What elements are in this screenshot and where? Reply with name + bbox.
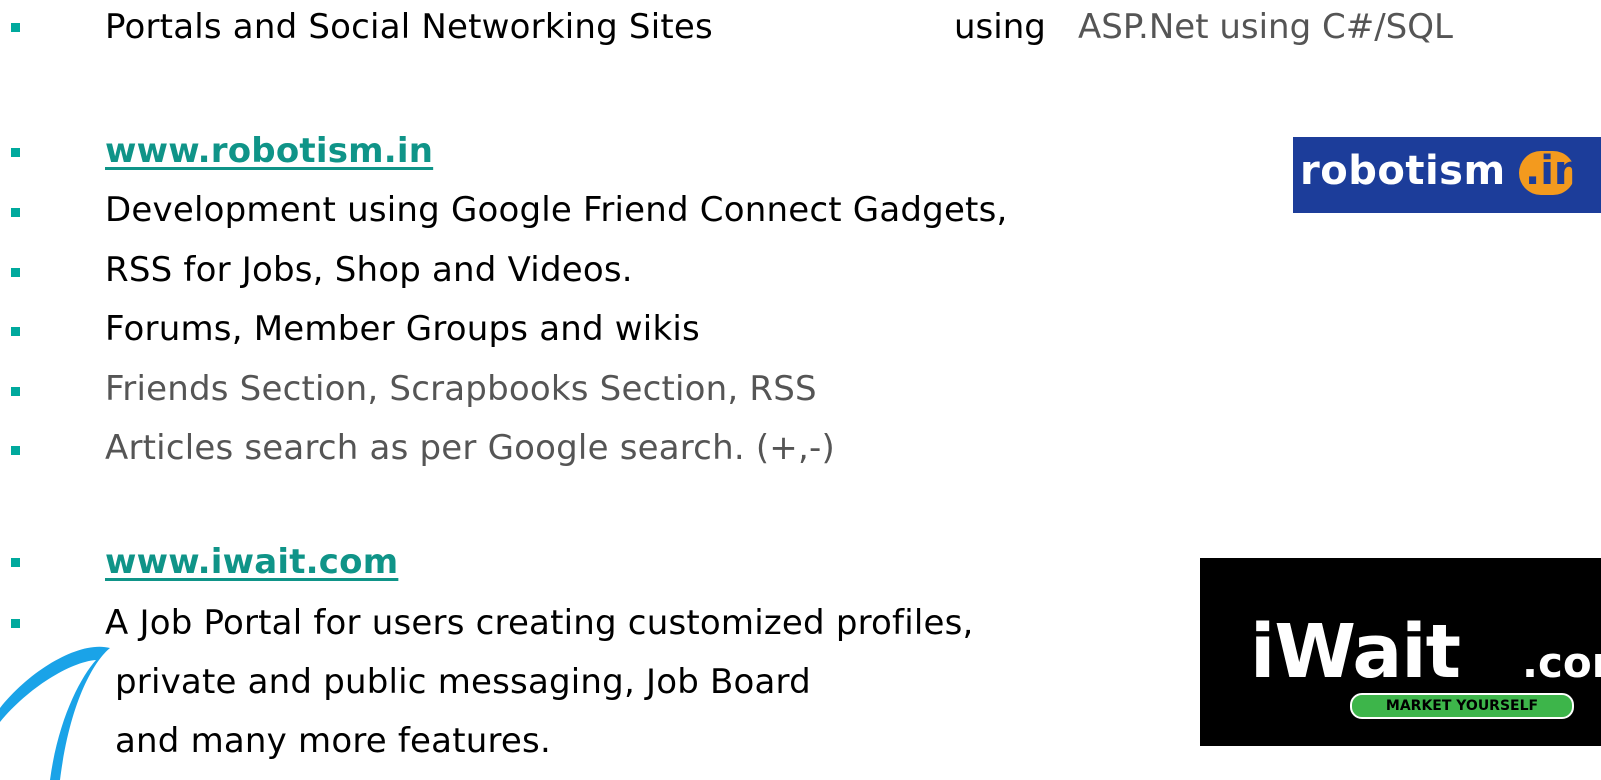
square-bullet-icon [11, 446, 20, 455]
portals-tech: ASP.Net using C#/SQL [1078, 7, 1453, 47]
square-bullet-icon [11, 208, 20, 217]
iwait-feature-2: private and public messaging, Job Board [115, 662, 811, 702]
robotism-link[interactable]: www.robotism.in [105, 131, 433, 171]
portals-tech-prefix: using [954, 7, 1046, 47]
iwait-logo-tld: .com [1522, 638, 1601, 687]
swoosh-icon [0, 646, 110, 780]
portals-heading: Portals and Social Networking Sites [105, 7, 713, 47]
robotism-feature-5: Articles search as per Google search. (+… [105, 428, 835, 468]
square-bullet-icon [11, 558, 20, 567]
square-bullet-icon [11, 23, 20, 32]
robotism-logo: robotism .in [1293, 137, 1601, 213]
square-bullet-icon [11, 327, 20, 336]
robotism-feature-4: Friends Section, Scrapbooks Section, RSS [105, 369, 817, 409]
iwait-logo-brand: iWait [1250, 609, 1461, 695]
square-bullet-icon [11, 268, 20, 277]
iwait-logo: iWait .com MARKET YOURSELF [1200, 558, 1601, 746]
robotism-feature-3: Forums, Member Groups and wikis [105, 309, 700, 349]
iwait-feature-1: A Job Portal for users creating customiz… [105, 603, 974, 643]
square-bullet-icon [11, 148, 20, 157]
robotism-logo-tld: .in [1525, 148, 1583, 194]
iwait-link[interactable]: www.iwait.com [105, 542, 398, 582]
robotism-logo-word: robotism [1300, 148, 1506, 194]
robotism-feature-2: RSS for Jobs, Shop and Videos. [105, 250, 633, 290]
robotism-feature-1: Development using Google Friend Connect … [105, 190, 1008, 230]
iwait-feature-3: and many more features. [115, 721, 551, 761]
square-bullet-icon [11, 619, 20, 628]
iwait-logo-tagline: MARKET YOURSELF [1350, 693, 1574, 719]
square-bullet-icon [11, 387, 20, 396]
